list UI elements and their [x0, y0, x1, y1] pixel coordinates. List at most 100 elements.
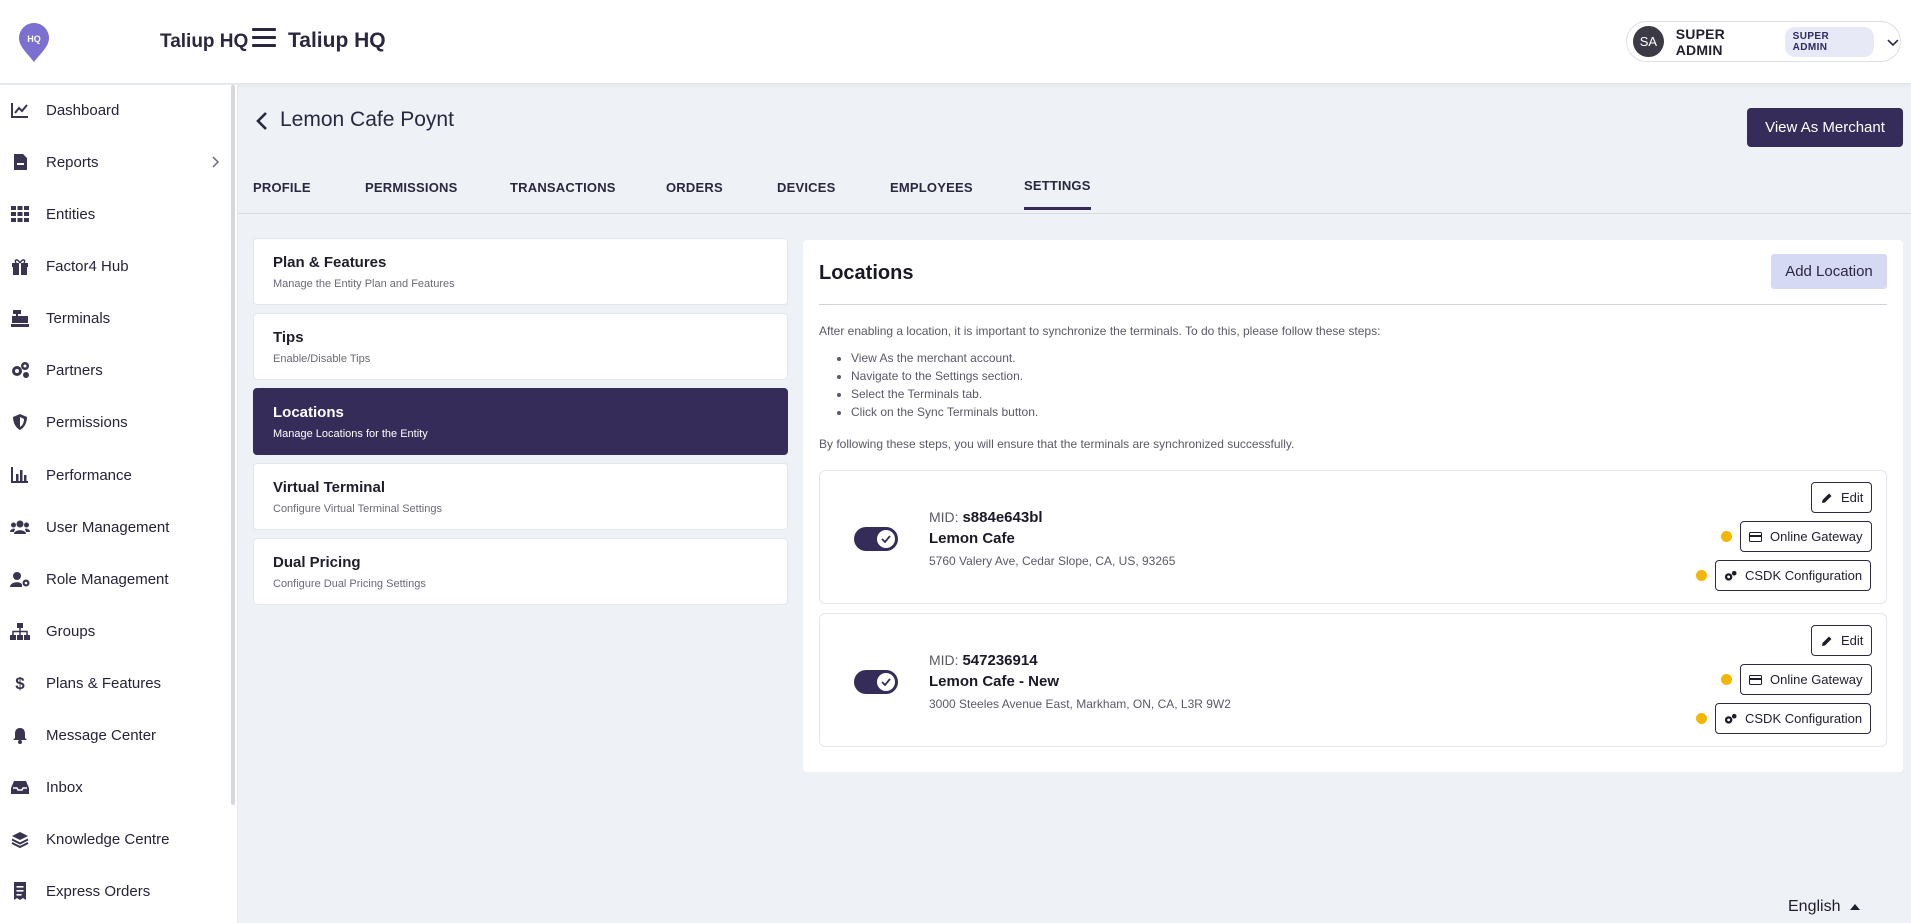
- receipt-icon: [10, 881, 30, 901]
- menu-card-subtitle: Configure Dual Pricing Settings: [273, 578, 426, 590]
- tab-orders[interactable]: ORDERS: [666, 180, 723, 209]
- svg-text:$: $: [15, 674, 25, 692]
- menu-card-title: Tips: [273, 329, 304, 346]
- sidebar-item-role-management[interactable]: Role Management: [0, 559, 232, 599]
- settings-menu-dual-pricing[interactable]: Dual Pricing Configure Dual Pricing Sett…: [253, 538, 788, 605]
- avatar: SA: [1633, 26, 1664, 57]
- settings-menu-virtual-terminal[interactable]: Virtual Terminal Configure Virtual Termi…: [253, 463, 788, 530]
- sync-instructions-outro: By following these steps, you will ensur…: [819, 437, 1295, 451]
- sync-step: Navigate to the Settings section.: [851, 367, 1038, 385]
- tab-profile[interactable]: PROFILE: [253, 180, 311, 209]
- tab-settings[interactable]: SETTINGS: [1024, 178, 1091, 210]
- location-name: Lemon Cafe: [929, 530, 1015, 547]
- user-menu[interactable]: SA SUPER ADMIN SUPER ADMIN: [1626, 21, 1901, 62]
- sync-steps-list: View As the merchant account. Navigate t…: [851, 349, 1038, 421]
- users-icon: [10, 517, 30, 537]
- cogs-icon: [10, 360, 30, 380]
- sidebar-item-knowledge-centre[interactable]: Knowledge Centre: [0, 819, 232, 859]
- warning-icon: [1696, 713, 1707, 724]
- sidebar-item-label: Dashboard: [46, 101, 120, 119]
- sidebar-item-reports[interactable]: Reports: [0, 142, 232, 182]
- tab-transactions[interactable]: TRANSACTIONS: [510, 180, 616, 209]
- view-as-merchant-button[interactable]: View As Merchant: [1747, 108, 1903, 147]
- warning-icon: [1721, 674, 1732, 685]
- settings-menu-tips[interactable]: Tips Enable/Disable Tips: [253, 313, 788, 380]
- report-file-icon: [10, 152, 30, 172]
- location-mid: MID: s884e643bl: [929, 509, 1043, 526]
- sidebar-item-plans-features[interactable]: $ Plans & Features: [0, 663, 232, 703]
- sidebar-item-groups[interactable]: Groups: [0, 611, 232, 651]
- chevron-right-icon: [212, 156, 220, 168]
- csdk-configuration-button[interactable]: CSDK Configuration: [1715, 560, 1872, 591]
- location-mid: MID: 547236914: [929, 652, 1038, 669]
- sidebar-item-entities[interactable]: Entities: [0, 194, 232, 234]
- sidebar-item-label: Role Management: [46, 570, 169, 588]
- chart-line-icon: [10, 100, 30, 120]
- sidebar-item-label: User Management: [46, 518, 170, 536]
- brand-name: Taliup HQ: [160, 31, 249, 52]
- locations-title: Locations: [819, 262, 914, 284]
- sitemap-icon: [10, 621, 30, 641]
- sidebar-item-inbox[interactable]: Inbox: [0, 767, 232, 807]
- sidebar-item-factor4-hub[interactable]: Factor4 Hub: [0, 246, 232, 286]
- tab-employees[interactable]: EMPLOYEES: [890, 180, 973, 209]
- sidebar-item-label: Knowledge Centre: [46, 830, 170, 848]
- csdk-label: CSDK Configuration: [1745, 711, 1863, 726]
- locations-panel: Locations Add Location After enabling a …: [803, 240, 1903, 772]
- sidebar-item-message-center[interactable]: Message Center: [0, 715, 232, 755]
- sidebar-item-user-management[interactable]: User Management: [0, 507, 232, 547]
- cogs-icon: [1724, 569, 1737, 582]
- online-gateway-button[interactable]: Online Gateway: [1740, 521, 1872, 552]
- back-arrow-icon[interactable]: [252, 110, 274, 132]
- check-icon: [877, 673, 895, 691]
- menu-toggle-icon[interactable]: [252, 28, 276, 52]
- bell-icon: [10, 725, 30, 745]
- location-name: Lemon Cafe - New: [929, 673, 1060, 690]
- tab-permissions[interactable]: PERMISSIONS: [365, 180, 458, 209]
- tab-devices[interactable]: DEVICES: [777, 180, 835, 209]
- edit-location-button[interactable]: Edit: [1811, 482, 1873, 513]
- sidebar-item-label: Partners: [46, 361, 103, 379]
- sidebar-item-label: Factor4 Hub: [46, 257, 129, 275]
- gateway-label: Online Gateway: [1770, 672, 1863, 687]
- menu-card-title: Virtual Terminal: [273, 479, 385, 496]
- app-logo[interactable]: HQ: [16, 23, 52, 63]
- sidebar-item-performance[interactable]: Performance: [0, 455, 232, 495]
- sidebar-item-permissions[interactable]: Permissions: [0, 402, 232, 442]
- menu-card-title: Plan & Features: [273, 254, 387, 271]
- edit-location-button[interactable]: Edit: [1811, 625, 1873, 656]
- csdk-configuration-button[interactable]: CSDK Configuration: [1715, 703, 1872, 734]
- csdk-label: CSDK Configuration: [1745, 568, 1863, 583]
- gateway-label: Online Gateway: [1770, 529, 1863, 544]
- menu-card-subtitle: Configure Virtual Terminal Settings: [273, 503, 442, 515]
- add-location-button[interactable]: Add Location: [1771, 254, 1887, 289]
- mid-label: MID:: [929, 652, 959, 668]
- cash-register-icon: [10, 308, 30, 328]
- sidebar-item-express-orders[interactable]: Express Orders: [0, 871, 232, 911]
- menu-card-title: Dual Pricing: [273, 554, 361, 571]
- location-enabled-toggle[interactable]: [854, 527, 898, 551]
- sidebar-item-label: Inbox: [46, 778, 83, 796]
- settings-menu-locations[interactable]: Locations Manage Locations for the Entit…: [253, 388, 788, 455]
- role-badge: SUPER ADMIN: [1784, 26, 1875, 57]
- credit-card-icon: [1749, 673, 1762, 686]
- mid-label: MID:: [929, 509, 959, 525]
- sidebar-item-partners[interactable]: Partners: [0, 350, 232, 390]
- sidebar-item-label: Message Center: [46, 726, 157, 744]
- dollar-icon: $: [10, 673, 30, 693]
- location-address: 5760 Valery Ave, Cedar Slope, CA, US, 93…: [929, 554, 1176, 568]
- online-gateway-button[interactable]: Online Gateway: [1740, 664, 1872, 695]
- language-selector[interactable]: English: [1788, 898, 1861, 916]
- logo-text: HQ: [27, 34, 41, 44]
- user-name: SUPER ADMIN: [1675, 25, 1725, 58]
- sidebar: Dashboard Reports Entities Factor4 Hub T…: [0, 85, 238, 923]
- sidebar-item-label: Plans & Features: [46, 674, 162, 692]
- credit-card-icon: [1749, 530, 1762, 543]
- settings-menu-plan-features[interactable]: Plan & Features Manage the Entity Plan a…: [253, 238, 788, 305]
- location-enabled-toggle[interactable]: [854, 670, 898, 694]
- sidebar-item-terminals[interactable]: Terminals: [0, 298, 232, 338]
- sidebar-item-dashboard[interactable]: Dashboard: [0, 90, 232, 130]
- menu-card-subtitle: Enable/Disable Tips: [273, 353, 371, 365]
- gift-icon: [10, 256, 30, 276]
- mid-value: 547236914: [962, 652, 1038, 669]
